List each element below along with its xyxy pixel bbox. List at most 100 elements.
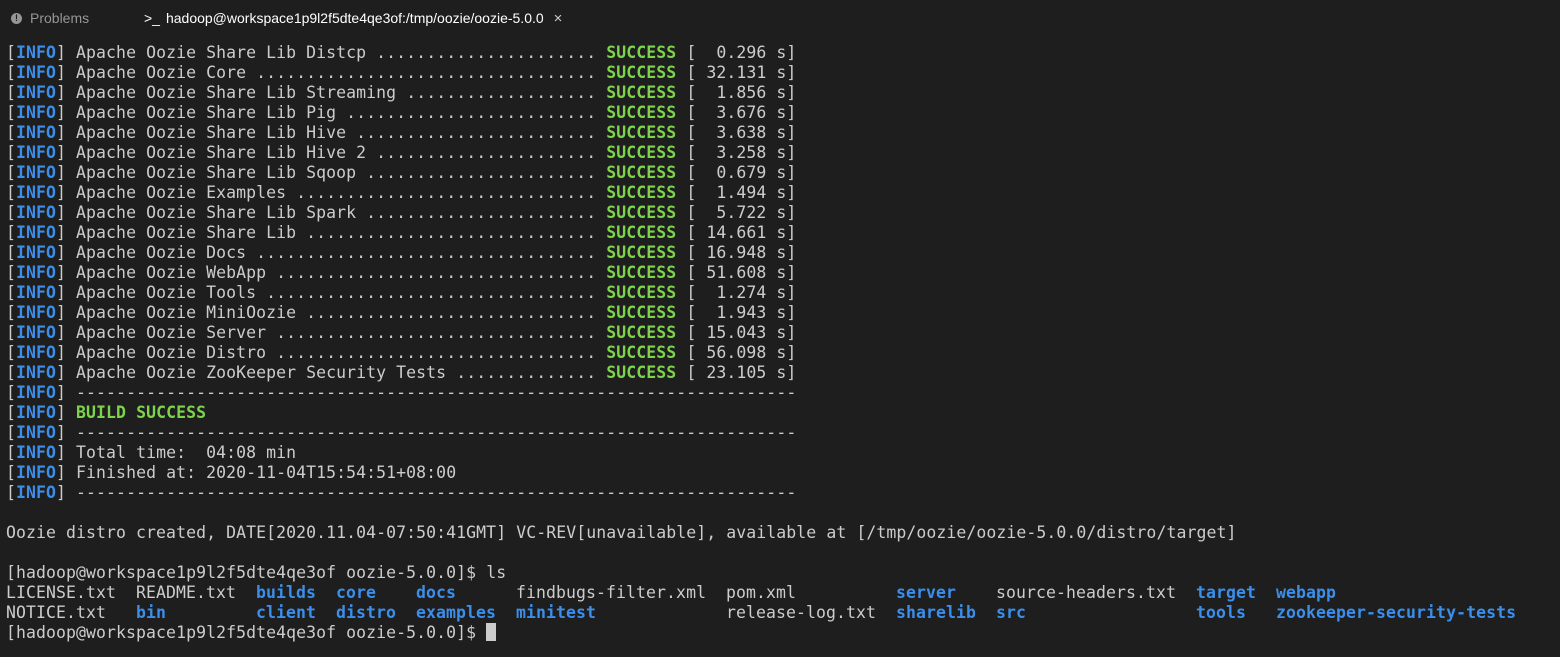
file-entry[interactable]: findbugs-filter.xml (516, 583, 706, 603)
module-dots: ....................... (366, 163, 597, 182)
module-status: SUCCESS (606, 243, 677, 262)
module-name: Apache Oozie Docs (76, 243, 257, 262)
prompt: [hadoop@workspace1p9l2f5dte4qe3of oozie-… (6, 623, 487, 642)
directory-entry[interactable]: sharelib (896, 603, 976, 623)
module-name: Apache Oozie Share Lib Distcp (76, 43, 377, 62)
build-result-line: [INFO] Apache Oozie Distro .............… (6, 343, 797, 362)
directory-entry[interactable]: target (1196, 583, 1256, 603)
module-status: SUCCESS (606, 43, 677, 62)
module-status: SUCCESS (606, 183, 677, 202)
build-result-line: [INFO] Apache Oozie Share Lib Hive 2 ...… (6, 143, 797, 162)
module-status: SUCCESS (606, 83, 677, 102)
module-dots: .............. (456, 363, 597, 382)
build-result-line: [INFO] Apache Oozie Share Lib Pig ......… (6, 103, 797, 122)
info-tag: INFO (16, 143, 57, 162)
module-time: [ 3.258 s] (686, 143, 797, 162)
module-dots: ...................... (376, 143, 597, 162)
info-tag: INFO (16, 363, 57, 382)
module-status: SUCCESS (606, 323, 677, 342)
separator-line: [INFO] ---------------------------------… (6, 483, 797, 502)
build-result-line: [INFO] Apache Oozie Examples ...........… (6, 183, 797, 202)
problems-icon: ! (11, 12, 22, 24)
info-tag: INFO (16, 223, 57, 242)
module-time: [ 16.948 s] (686, 243, 797, 262)
prompt: [hadoop@workspace1p9l2f5dte4qe3of oozie-… (6, 563, 487, 582)
file-entry[interactable]: source-headers.txt (996, 583, 1176, 603)
directory-entry[interactable]: examples (416, 603, 496, 623)
info-tag: INFO (16, 163, 57, 182)
module-status: SUCCESS (606, 163, 677, 182)
tab-terminal[interactable]: >_ hadoop@workspace1p9l2f5dte4qe3of:/tmp… (136, 0, 614, 36)
module-status: SUCCESS (606, 203, 677, 222)
directory-entry[interactable]: core (336, 583, 376, 603)
module-dots: ........................ (356, 123, 597, 142)
module-time: [ 1.494 s] (686, 183, 797, 202)
file-entry[interactable]: pom.xml (726, 583, 796, 603)
build-result-line: [INFO] Apache Oozie Tools ..............… (6, 283, 797, 302)
info-tag: INFO (16, 123, 57, 142)
info-tag: INFO (16, 183, 57, 202)
module-time: [ 3.676 s] (686, 103, 797, 122)
module-time: [ 1.943 s] (686, 303, 797, 322)
build-result-line: [INFO] Apache Oozie ZooKeeper Security T… (6, 363, 797, 382)
directory-entry[interactable]: server (896, 583, 956, 603)
module-name: Apache Oozie Tools (76, 283, 267, 302)
module-status: SUCCESS (606, 343, 677, 362)
build-result-line: [INFO] Apache Oozie Core ...............… (6, 63, 797, 82)
module-dots: ............................. (306, 223, 597, 242)
terminal-output[interactable]: [INFO] Apache Oozie Share Lib Distcp ...… (6, 43, 1556, 643)
info-tag: INFO (16, 383, 57, 402)
info-tag: INFO (16, 43, 57, 62)
close-icon[interactable]: × (554, 10, 563, 27)
info-tag: INFO (16, 303, 57, 322)
module-name: Apache Oozie Share Lib Sqoop (76, 163, 367, 182)
build-result-line: [INFO] Apache Oozie Share Lib Sqoop ....… (6, 163, 797, 182)
tab-terminal-label: hadoop@workspace1p9l2f5dte4qe3of:/tmp/oo… (165, 10, 544, 26)
file-entry[interactable]: NOTICE.txt (6, 603, 106, 623)
separator-line: [INFO] ---------------------------------… (6, 423, 797, 442)
directory-entry[interactable]: builds (256, 583, 316, 603)
panel-tab-bar: ! Problems >_ hadoop@workspace1p9l2f5dte… (0, 0, 1560, 36)
terminal-icon: >_ (144, 10, 160, 26)
module-time: [ 3.638 s] (686, 123, 797, 142)
module-name: Apache Oozie MiniOozie (76, 303, 307, 322)
directory-entry[interactable]: zookeeper-security-tests (1276, 603, 1516, 623)
directory-entry[interactable]: bin (136, 603, 166, 623)
module-status: SUCCESS (606, 283, 677, 302)
directory-entry[interactable]: src (996, 603, 1026, 623)
directory-entry[interactable]: minitest (516, 603, 596, 623)
directory-entry[interactable]: distro (336, 603, 396, 623)
build-result-line: [INFO] Apache Oozie Share Lib Spark ....… (6, 203, 797, 222)
module-dots: ................................. (266, 283, 597, 302)
module-name: Apache Oozie Distro (76, 343, 277, 362)
build-success: BUILD SUCCESS (76, 403, 207, 422)
build-result-line: [INFO] Apache Oozie Share Lib Hive .....… (6, 123, 797, 142)
module-time: [ 1.274 s] (686, 283, 797, 302)
directory-entry[interactable]: tools (1196, 603, 1246, 623)
build-success-line: [INFO] BUILD SUCCESS (6, 403, 207, 422)
file-entry[interactable]: README.txt (136, 583, 236, 603)
module-name: Apache Oozie Share Lib (76, 223, 307, 242)
module-status: SUCCESS (606, 123, 677, 142)
info-tag: INFO (16, 63, 57, 82)
build-result-line: [INFO] Apache Oozie Server .............… (6, 323, 797, 342)
info-tag: INFO (16, 203, 57, 222)
file-entry[interactable]: LICENSE.txt (6, 583, 116, 603)
module-dots: .................................. (256, 243, 597, 262)
module-time: [ 56.098 s] (686, 343, 797, 362)
file-entry[interactable]: release-log.txt (726, 603, 876, 623)
build-result-line: [INFO] Apache Oozie Share Lib ..........… (6, 223, 797, 242)
module-status: SUCCESS (606, 143, 677, 162)
directory-entry[interactable]: webapp (1276, 583, 1336, 603)
module-dots: ................................ (276, 323, 597, 342)
module-dots: ................................ (276, 263, 597, 282)
directory-entry[interactable]: client (256, 603, 316, 623)
directory-entry[interactable]: docs (416, 583, 456, 603)
module-name: Apache Oozie Share Lib Spark (76, 203, 367, 222)
tab-problems[interactable]: ! Problems (0, 0, 122, 36)
module-dots: .............................. (296, 183, 597, 202)
module-time: [ 23.105 s] (686, 363, 797, 382)
info-tag: INFO (16, 423, 57, 442)
build-result-line: [INFO] Apache Oozie WebApp .............… (6, 263, 797, 282)
build-result-line: [INFO] Apache Oozie Docs ...............… (6, 243, 797, 262)
